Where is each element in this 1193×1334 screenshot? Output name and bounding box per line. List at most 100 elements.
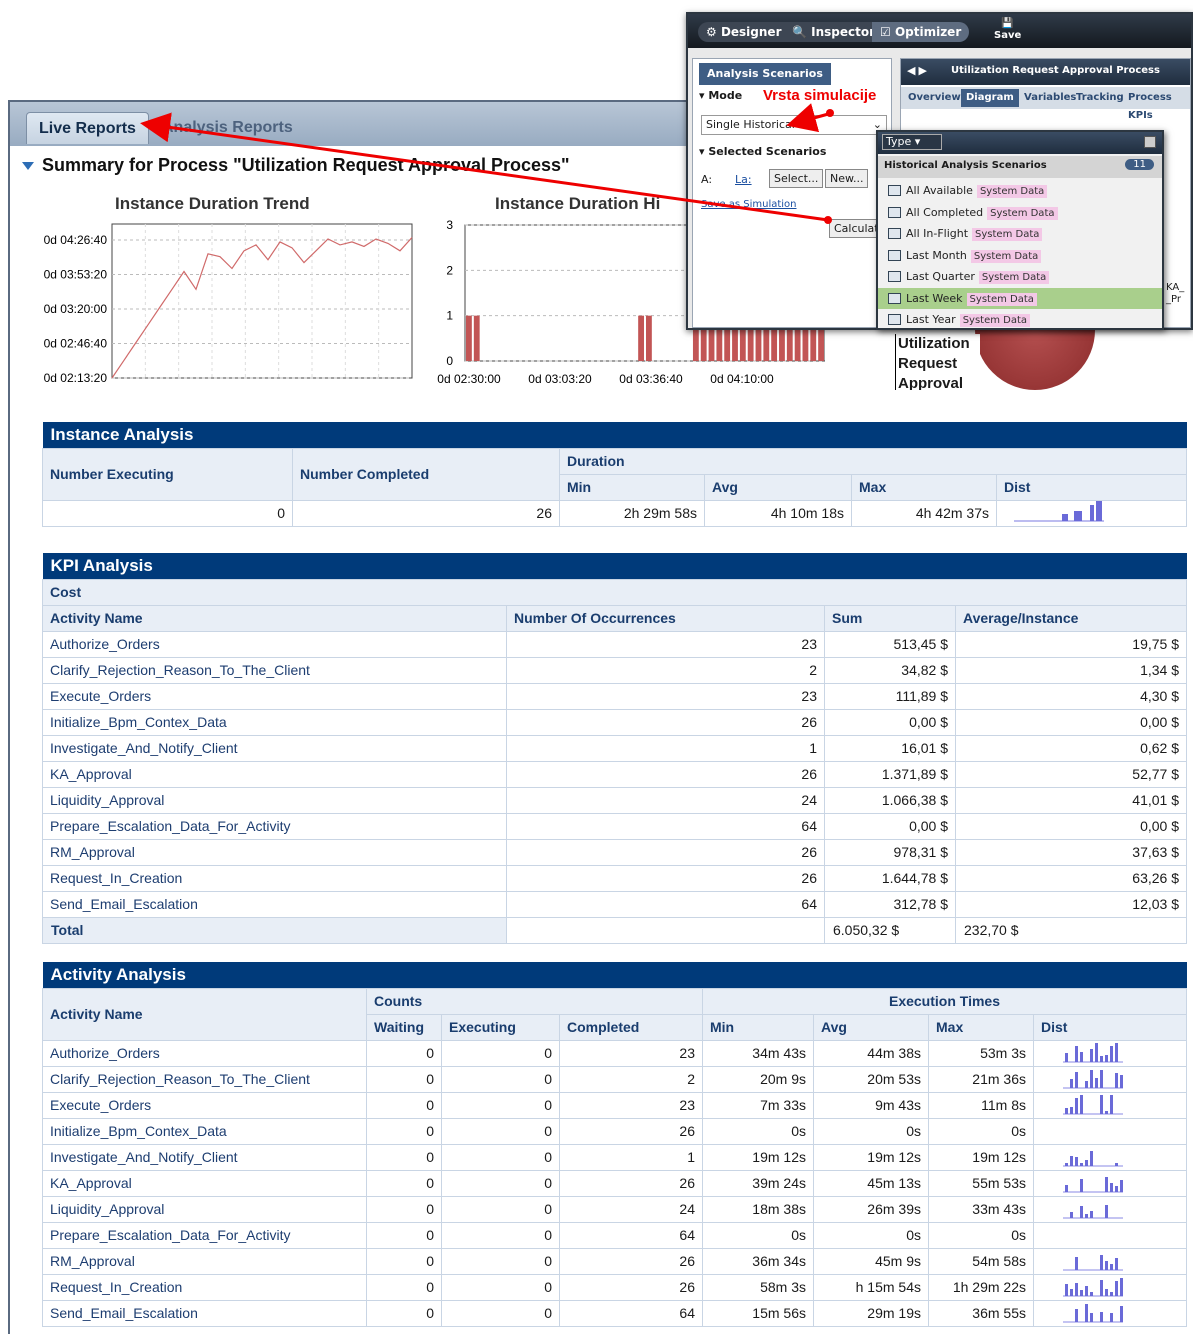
cell-average: 4,30 $ [955,682,1187,710]
sparkline-bar [1075,1282,1078,1296]
cell-avg: 4h 10m 18s [704,499,852,527]
table-row: Prepare_Escalation_Data_For_Activity 0 0 64… [42,1221,1187,1249]
col-execution-times: Execution Times [702,987,1187,1015]
sparkline-svg [1063,1150,1123,1166]
sparkline-bar [1105,1110,1108,1114]
kpi-analysis-title: KPI Analysis [42,553,1187,579]
sparkline-bar [1110,1045,1113,1062]
arrow-dot [824,216,832,224]
cell: 0s [928,1117,1034,1145]
sparkline-svg [1063,1176,1123,1192]
table-row: RM_Approval 26 978,31 $37,63 $ [42,838,1187,866]
activity-analysis-title: Activity Analysis [42,962,1187,988]
cell: 34m 43s [702,1039,814,1067]
cell-activity-name: RM_Approval [42,838,507,866]
sparkline-bar [1085,1080,1088,1088]
cell: 1h 29m 22s [928,1273,1034,1301]
cell: 33m 43s [928,1195,1034,1223]
cell: 36m 34s [702,1247,814,1275]
cell-sum: 978,31 $ [824,838,956,866]
cell: Authorize_Orders [42,1039,367,1067]
col-avg: Avg [704,473,852,501]
cell: 64 [559,1299,703,1327]
cell-average: 0,00 $ [955,812,1187,840]
cell: 0s [702,1117,814,1145]
sparkline-svg [1063,1069,1123,1088]
col-duration: Duration [559,447,1187,475]
cell: 0 [366,1195,442,1223]
cell-occurrences: 24 [506,786,825,814]
dist-sparkline [1033,1117,1187,1145]
cell-occurrences: 26 [506,760,825,788]
cell-occurrences: 23 [506,630,825,658]
sparkline-svg [1041,1223,1131,1245]
cell-occurrences: 26 [506,864,825,892]
table-row: 0 26 2h 29m 58s 4h 10m 18s 4h 42m 37s [42,499,1187,527]
cell: Prepare_Escalation_Data_For_Activity [42,1221,367,1249]
sparkline-bar [1120,1277,1123,1296]
cell: 15m 56s [702,1299,814,1327]
table-row: Request_In_Creation 0 0 26 58m 3s h 15m 54s 1h… [42,1273,1187,1301]
arrow-to-mode [786,103,833,133]
cell: 0 [441,1169,560,1197]
kpi-group-cost: Cost [42,578,1187,606]
sparkline-bar [1075,1071,1078,1088]
cell: 23 [559,1039,703,1067]
cell: 58m 3s [702,1273,814,1301]
cell: 45m 9s [813,1247,929,1275]
cell: 54m 58s [928,1247,1034,1275]
sparkline-bar [1065,1052,1068,1062]
instance-analysis-title: Instance Analysis [42,422,1187,448]
sparkline-bar [1105,1204,1108,1218]
cell-occurrences: 26 [506,708,825,736]
cell: h 15m 54s [813,1273,929,1301]
table-row: Authorize_Orders 0 0 23 34m 43s 44m 38s 53m 3s [42,1039,1187,1067]
table-row: Execute_Orders 0 0 23 7m 33s 9m 43s 11m 8s [42,1091,1187,1119]
cell: 20m 9s [702,1065,814,1093]
sparkline-bar [1065,1162,1068,1166]
sparkline-bar [1100,1094,1103,1114]
cell-total: 6.050,32 $ [824,916,956,944]
cell-occurrences: 64 [506,812,825,840]
dist-sparkline [1033,1221,1187,1249]
cell: 19m 12s [813,1143,929,1171]
cell-activity-name: Investigate_And_Notify_Client [42,734,507,762]
sparkline-bar [1070,1078,1073,1088]
cell-average: 37,63 $ [955,838,1187,866]
table-row: KA_Approval 0 0 26 39m 24s 45m 13s 55m 53s [42,1169,1187,1197]
cell: Clarify_Rejection_Reason_To_The_Client [42,1065,367,1093]
dist-sparkline [1033,1195,1187,1223]
sparkline-bar [1080,1162,1083,1166]
cell-activity-name: Clarify_Rejection_Reason_To_The_Client [42,656,507,684]
cell: 36m 55s [928,1299,1034,1327]
sparkline-bar [1115,1042,1118,1062]
col-min: Min [702,1013,814,1041]
dist-sparkline [1033,1143,1187,1171]
cell-average: 52,77 $ [955,760,1187,788]
sparkline-bar [1100,1311,1103,1322]
cell: 2 [559,1065,703,1093]
table-row: Clarify_Rejection_Reason_To_The_Client 0 0… [42,1065,1187,1093]
sparkline-bar [1085,1303,1088,1322]
cell: 26 [559,1247,703,1275]
cell: 0 [441,1195,560,1223]
cell: 7m 33s [702,1091,814,1119]
cell-average: 0,62 $ [955,734,1187,762]
sparkline-bar [1105,1288,1108,1296]
sparkline-bar [1075,1156,1078,1166]
cell: 19m 12s [702,1143,814,1171]
sparkline-bar [1090,1210,1093,1218]
col-waiting: Waiting [366,1013,442,1041]
cell: 21m 36s [928,1065,1034,1093]
dist-sparkline [1033,1273,1187,1301]
cell-average: 41,01 $ [955,786,1187,814]
cell: 39m 24s [702,1169,814,1197]
table-row: Prepare_Escalation_Data_For_Activity 64 0,… [42,812,1187,840]
cell: 24 [559,1195,703,1223]
sparkline-bar [1070,1155,1073,1166]
cell: 0 [366,1169,442,1197]
cell-sum: 1.066,38 $ [824,786,956,814]
col-activity-name: Activity Name [42,604,507,632]
cell-total: Total [42,916,507,944]
sparkline-bar [1100,1069,1103,1088]
